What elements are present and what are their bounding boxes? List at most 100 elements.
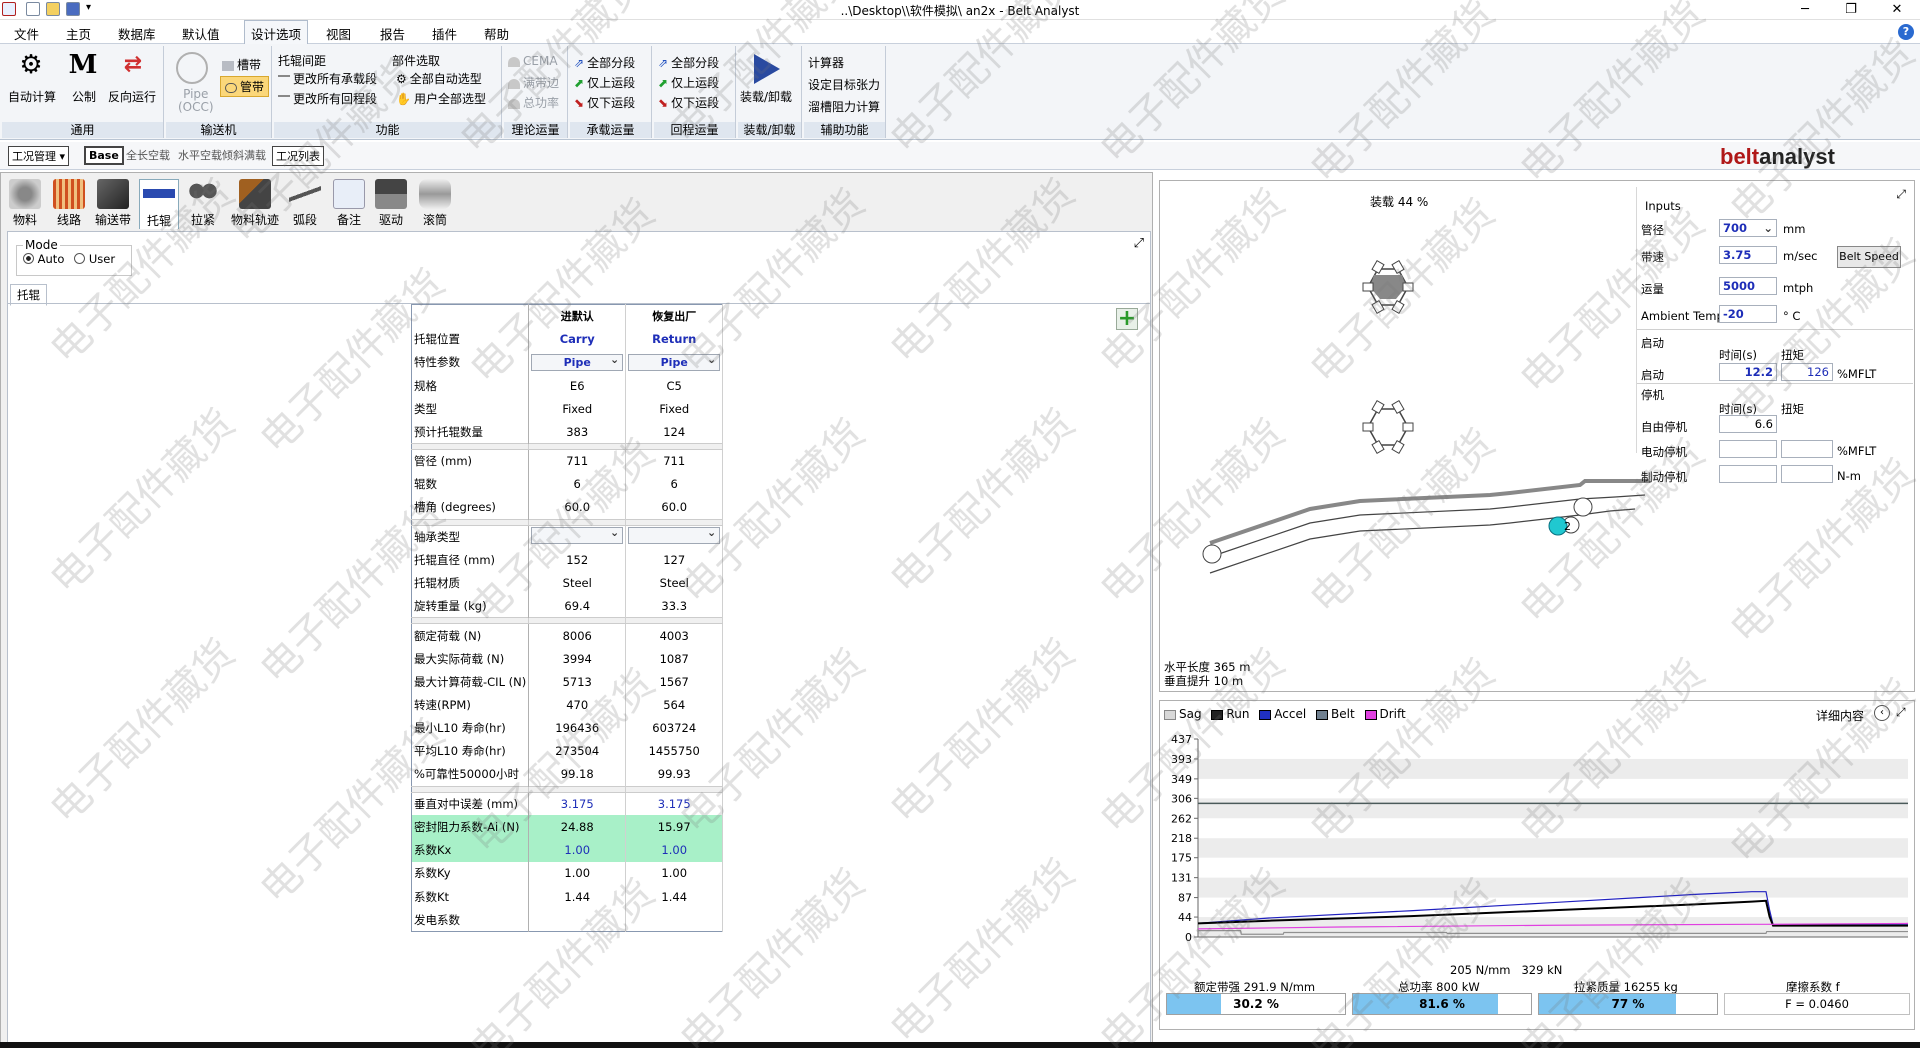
return-value-cell[interactable]: 711 [625, 449, 724, 473]
return-value-cell[interactable]: 127 [625, 548, 724, 572]
return-value-cell[interactable]: 1.00 [625, 861, 724, 885]
trough-button[interactable]: 槽带 [222, 56, 261, 73]
carry-value-cell[interactable]: Steel [528, 571, 627, 595]
carry-value-cell[interactable]: 383 [528, 420, 627, 444]
carry-value-cell[interactable]: Fixed [528, 397, 627, 421]
case-base-button[interactable]: Base [84, 146, 124, 165]
tab-belt[interactable]: 输送带 [93, 179, 133, 229]
legend-drift[interactable]: Drift [1364, 707, 1406, 721]
carry-value-cell[interactable]: E6 [528, 374, 627, 398]
speed-input[interactable]: 3.75 [1719, 246, 1777, 264]
case-list-button[interactable]: 工况列表 [272, 146, 324, 166]
dropdown-select[interactable] [628, 525, 721, 545]
set-tension-button[interactable]: 设定目标张力 [808, 76, 880, 93]
carry-value-cell[interactable]: 273504 [528, 739, 627, 764]
brake-stop-time-input[interactable] [1719, 465, 1777, 483]
return-value-cell[interactable]: 4003 [625, 623, 724, 648]
carry-value-cell[interactable]: 152 [528, 548, 627, 572]
carry-down-only-button[interactable]: ⬊ 仅下运段 [574, 94, 635, 111]
motor-stop-torque-input[interactable] [1781, 440, 1833, 458]
case-management-dropdown[interactable]: 工况管理 ▾ [8, 146, 70, 166]
return-value-cell[interactable]: 124 [625, 420, 724, 444]
case-full-empty-button[interactable]: 全长空载 [126, 147, 170, 163]
menu-view[interactable]: 视图 [326, 24, 351, 43]
expand-icon[interactable]: ⤢ [1896, 705, 1906, 720]
legend-accel[interactable]: Accel [1259, 707, 1306, 721]
return-value-cell[interactable]: 1.44 [625, 885, 724, 909]
carry-value-cell[interactable]: 1.00 [528, 861, 627, 885]
details-button[interactable]: 详细内容 [1816, 707, 1864, 724]
carry-value-cell[interactable]: 99.18 [528, 763, 627, 787]
return-value-cell[interactable]: Return [625, 327, 724, 351]
carry-value-cell[interactable]: 196436 [528, 716, 627, 740]
carry-up-only-button[interactable]: ⬈ 仅上运段 [574, 74, 635, 91]
return-value-cell[interactable]: 1087 [625, 647, 724, 671]
return-value-cell[interactable]: 6 [625, 472, 724, 496]
tab-notes[interactable]: 备注 [329, 179, 369, 229]
carry-value-cell[interactable]: 1.44 [528, 885, 627, 909]
case-horizontal-empty-button[interactable]: 水平空载倾斜满载 [178, 147, 266, 163]
metric-button[interactable]: 公制 [72, 88, 96, 105]
calculator-button[interactable]: 计算器 [808, 54, 844, 71]
total-power-button[interactable]: 总功率 [508, 94, 559, 111]
manual-all-select-button[interactable]: ✋ 用户全部选型 [396, 90, 486, 107]
return-value-cell[interactable]: 603724 [625, 716, 724, 740]
tab-takeup[interactable]: 拉紧 [183, 179, 223, 229]
carry-value-cell[interactable]: 69.4 [528, 594, 627, 618]
return-value-cell[interactable]: 3.175 [625, 792, 724, 816]
menu-plugins[interactable]: 插件 [432, 24, 457, 43]
capacity-input[interactable]: 5000 [1719, 277, 1777, 295]
idler-spacing-button[interactable]: 托辊间距 [278, 52, 326, 69]
legend-run[interactable]: Run [1211, 707, 1249, 721]
restore-default-button[interactable]: 进默认 [528, 304, 627, 328]
dropdown-select[interactable]: Pipe [531, 352, 624, 371]
tab-pulley[interactable]: 滚筒 [415, 179, 455, 229]
carry-value-cell[interactable]: 3994 [528, 647, 627, 671]
change-carry-button[interactable]: 更改所有承载段 [278, 70, 377, 87]
return-value-cell[interactable]: 15.97 [625, 815, 724, 839]
ambient-temp-input[interactable]: -20 [1719, 305, 1777, 323]
expand-icon[interactable]: ⤢ [1896, 187, 1906, 202]
menu-file[interactable]: 文件 [14, 24, 39, 43]
carry-value-cell[interactable]: 8006 [528, 623, 627, 648]
return-value-cell[interactable]: 33.3 [625, 594, 724, 618]
mode-auto-radio[interactable]: Auto [23, 252, 64, 266]
carry-value-cell[interactable]: 470 [528, 693, 627, 717]
carry-all-segments-button[interactable]: ⇗ 全部分段 [574, 54, 635, 71]
reverse-run-button[interactable]: 反向运行 [108, 88, 156, 105]
pipe-occ-button[interactable]: Pipe (OCC) [178, 88, 214, 114]
cema-button[interactable]: CEMA [508, 54, 558, 68]
return-value-cell[interactable]: Fixed [625, 397, 724, 421]
tab-curve[interactable]: 弧段 [285, 179, 325, 229]
carry-value-cell[interactable]: Carry [528, 327, 627, 351]
carry-value-cell[interactable]: 60.0 [528, 496, 627, 520]
help-icon[interactable]: ? [1898, 24, 1914, 40]
close-button[interactable]: ✕ [1874, 0, 1920, 20]
mode-user-radio[interactable]: User [74, 252, 115, 266]
return-value-cell[interactable]: Steel [625, 571, 724, 595]
start-time-input[interactable]: 12.2 [1719, 363, 1777, 381]
tab-material[interactable]: 物料 [5, 179, 45, 229]
dropdown-select[interactable]: Pipe [628, 352, 721, 371]
all-auto-select-button[interactable]: ⚙ 全部自动选型 [396, 70, 482, 87]
trough-resistance-button[interactable]: 溜槽阻力计算 [808, 98, 880, 115]
carry-value-cell[interactable]: 711 [528, 449, 627, 473]
expand-icon[interactable]: ⤢ [1134, 236, 1144, 251]
minimize-button[interactable]: ─ [1782, 0, 1828, 20]
return-value-cell[interactable]: 1455750 [625, 739, 724, 764]
return-value-cell[interactable]: 564 [625, 693, 724, 717]
legend-sag[interactable]: Sag [1164, 707, 1202, 721]
return-down-only-button[interactable]: ⬊ 仅下运段 [658, 94, 719, 111]
pipe-dia-select[interactable]: 700 ⌄ [1719, 219, 1777, 237]
carry-value-cell[interactable]: 6 [528, 472, 627, 496]
brake-stop-torque-input[interactable] [1781, 465, 1833, 483]
free-stop-time-input[interactable]: 6.6 [1719, 415, 1777, 433]
tab-route[interactable]: 线路 [49, 179, 89, 229]
tab-material-trajectory[interactable]: 物料轨迹 [227, 179, 283, 229]
carry-value-cell[interactable]: 24.88 [528, 815, 627, 839]
carry-value-cell[interactable]: 3.175 [528, 792, 627, 816]
motor-stop-time-input[interactable] [1719, 440, 1777, 458]
pipe-belt-button[interactable]: 管带 [220, 76, 270, 97]
tab-idler[interactable]: 托辊 [139, 179, 179, 229]
return-value-cell[interactable]: 1567 [625, 670, 724, 694]
